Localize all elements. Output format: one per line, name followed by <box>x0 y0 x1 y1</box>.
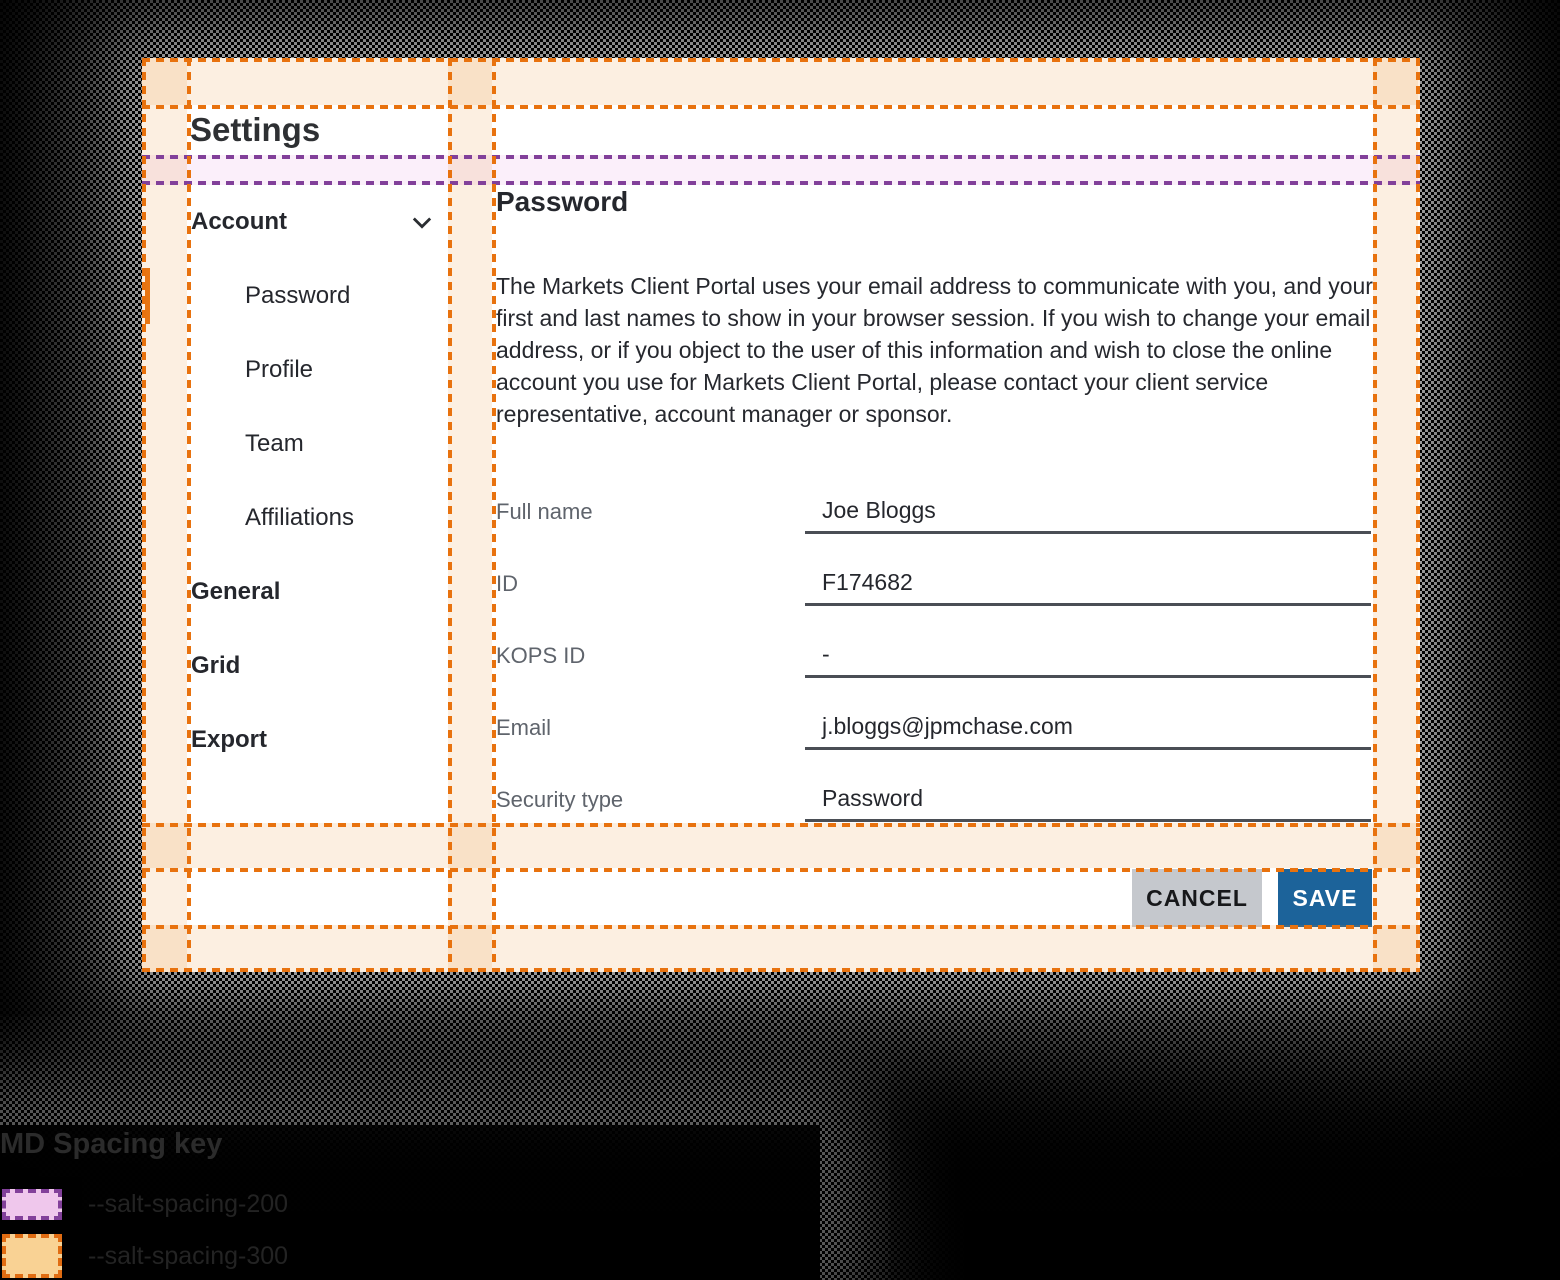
field-label: Security type <box>496 778 623 822</box>
sidebar-item-profile[interactable]: Profile <box>187 342 448 398</box>
active-item-indicator <box>145 268 150 324</box>
dialog-title: Settings <box>190 105 320 155</box>
sidebar-item-export[interactable]: Export <box>187 712 448 768</box>
sidebar-item-label: Export <box>191 726 267 754</box>
spacing-300-swatch <box>2 1234 62 1278</box>
field-label: Email <box>496 706 551 750</box>
guide-line-content-right <box>1373 58 1377 972</box>
sidebar-item-general[interactable]: General <box>187 564 448 620</box>
spacing-300-band-bottom <box>142 925 1420 972</box>
guide-line-top-edge <box>142 58 1420 62</box>
legend-label-spacing-300: --salt-spacing-300 <box>88 1234 288 1278</box>
field-label: Full name <box>496 490 593 534</box>
field-label: ID <box>496 562 518 606</box>
guide-line-below-top-band <box>142 105 1420 109</box>
sidebar-item-team[interactable]: Team <box>187 416 448 472</box>
guide-line-spacing200-top <box>142 155 1420 159</box>
sidebar-item-label: Password <box>245 282 350 310</box>
guide-line-right-edge <box>1416 58 1420 972</box>
sidebar-item-grid[interactable]: Grid <box>187 638 448 694</box>
form-row-id: ID F174682 <box>496 562 1372 606</box>
sidebar-item-affiliations[interactable]: Affiliations <box>187 490 448 546</box>
spacing-300-column-middle <box>448 58 492 972</box>
form-row-email: Email j.bloggs@jpmchase.com <box>496 706 1372 750</box>
sidebar-item-label: Affiliations <box>245 504 354 532</box>
kops-id-input[interactable]: - <box>805 634 1371 678</box>
spacing-300-column-right <box>1373 58 1418 972</box>
panel-description: The Markets Client Portal uses your emai… <box>496 270 1378 430</box>
guide-line-above-button-band <box>142 823 1420 827</box>
guide-line-sidebar-right <box>448 58 452 972</box>
guide-line-bottom-edge <box>142 968 1420 972</box>
settings-sidebar-nav: Account Password Profile Team Affiliatio… <box>187 194 448 786</box>
spacing-200-band <box>142 155 1420 185</box>
form-row-security-type: Security type Password <box>496 778 1372 822</box>
spacing-300-band-above-buttons <box>142 823 1420 868</box>
sidebar-item-label: Profile <box>245 356 313 384</box>
legend-label-spacing-200: --salt-spacing-200 <box>88 1189 288 1220</box>
guide-line-spacing200-bottom <box>142 181 1420 185</box>
spacing-200-swatch <box>2 1189 62 1220</box>
panel-heading: Password <box>496 186 628 218</box>
settings-dialog: Settings Account Password Profile Team A… <box>142 58 1420 972</box>
sidebar-item-label: General <box>191 578 280 606</box>
sidebar-item-account[interactable]: Account <box>187 194 448 250</box>
sidebar-item-label: Account <box>191 208 287 236</box>
spacing-300-band-top <box>142 58 1420 105</box>
form-row-full-name: Full name Joe Bloggs <box>496 490 1372 534</box>
save-button[interactable]: SAVE <box>1278 869 1372 927</box>
sidebar-item-label: Team <box>245 430 304 458</box>
spacing-key-legend: MD Spacing key --salt-spacing-200 --salt… <box>0 1128 700 1280</box>
guide-line-left-edge <box>142 58 146 972</box>
form-row-kops-id: KOPS ID - <box>496 634 1372 678</box>
spacing-300-column-left <box>142 58 187 972</box>
cancel-button[interactable]: CANCEL <box>1132 869 1262 927</box>
page: Settings Account Password Profile Team A… <box>0 0 1560 1280</box>
legend-title: MD Spacing key <box>0 1128 222 1161</box>
field-label: KOPS ID <box>496 634 585 678</box>
full-name-input[interactable]: Joe Bloggs <box>805 490 1371 534</box>
chevron-down-icon[interactable] <box>408 208 436 236</box>
id-input[interactable]: F174682 <box>805 562 1371 606</box>
email-input[interactable]: j.bloggs@jpmchase.com <box>805 706 1371 750</box>
sidebar-item-label: Grid <box>191 652 240 680</box>
security-type-input[interactable]: Password <box>805 778 1371 822</box>
sidebar-item-password[interactable]: Password <box>187 268 448 324</box>
